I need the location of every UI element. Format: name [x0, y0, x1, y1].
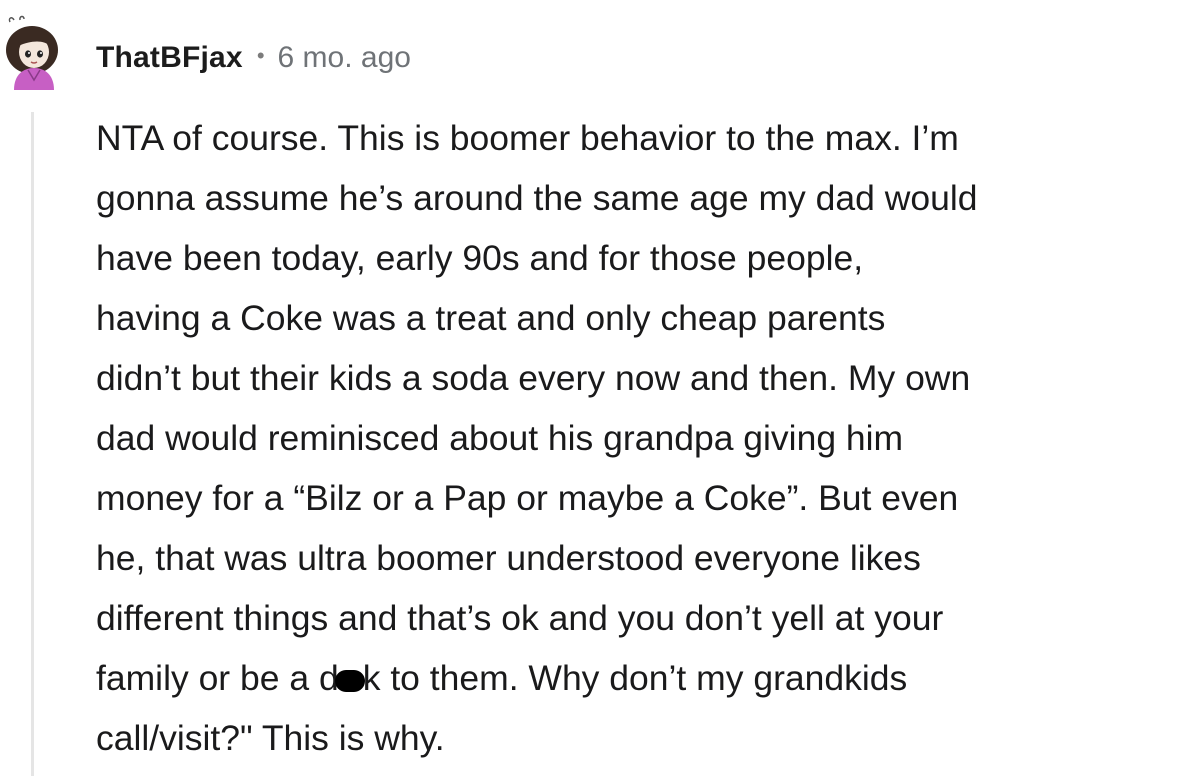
comment-line: he, that was ultra boomer understood eve… [96, 538, 921, 578]
comment-line: gonna assume he’s around the same age my… [96, 178, 978, 218]
comment-line-redacted: family or be a d k to them. Why don’t my … [96, 648, 1181, 708]
comment-line: having a Coke was a treat and only cheap… [96, 298, 886, 338]
comment-text-segment: k to them. Why don’t my grandkids [362, 658, 908, 698]
redaction-mark [334, 670, 365, 692]
comment-body: NTA of course. This is boomer behavior t… [96, 108, 1181, 768]
comment-line: different things and that’s ok and you d… [96, 598, 944, 638]
username-link[interactable]: ThatBFjax [96, 41, 243, 75]
comment-text-segment: family or be a d [96, 658, 339, 698]
comment-line: have been today, early 90s and for those… [96, 238, 864, 278]
comment-line: dad would reminisced about his grandpa g… [96, 418, 904, 458]
comment-line: didn’t but their kids a soda every now a… [96, 358, 971, 398]
comment: ThatBFjax • 6 mo. ago NTA of course. Thi… [0, 0, 1183, 776]
comment-line: NTA of course. This is boomer behavior t… [96, 118, 959, 158]
separator-dot: • [256, 43, 265, 68]
comment-header: ThatBFjax • 6 mo. ago [96, 36, 411, 80]
thread-line[interactable] [31, 112, 34, 776]
user-avatar-icon[interactable] [2, 14, 66, 94]
timestamp[interactable]: 6 mo. ago [278, 41, 411, 75]
comment-line: money for a “Bilz or a Pap or maybe a Co… [96, 478, 959, 518]
comment-line: call/visit?" This is why. [96, 718, 445, 758]
